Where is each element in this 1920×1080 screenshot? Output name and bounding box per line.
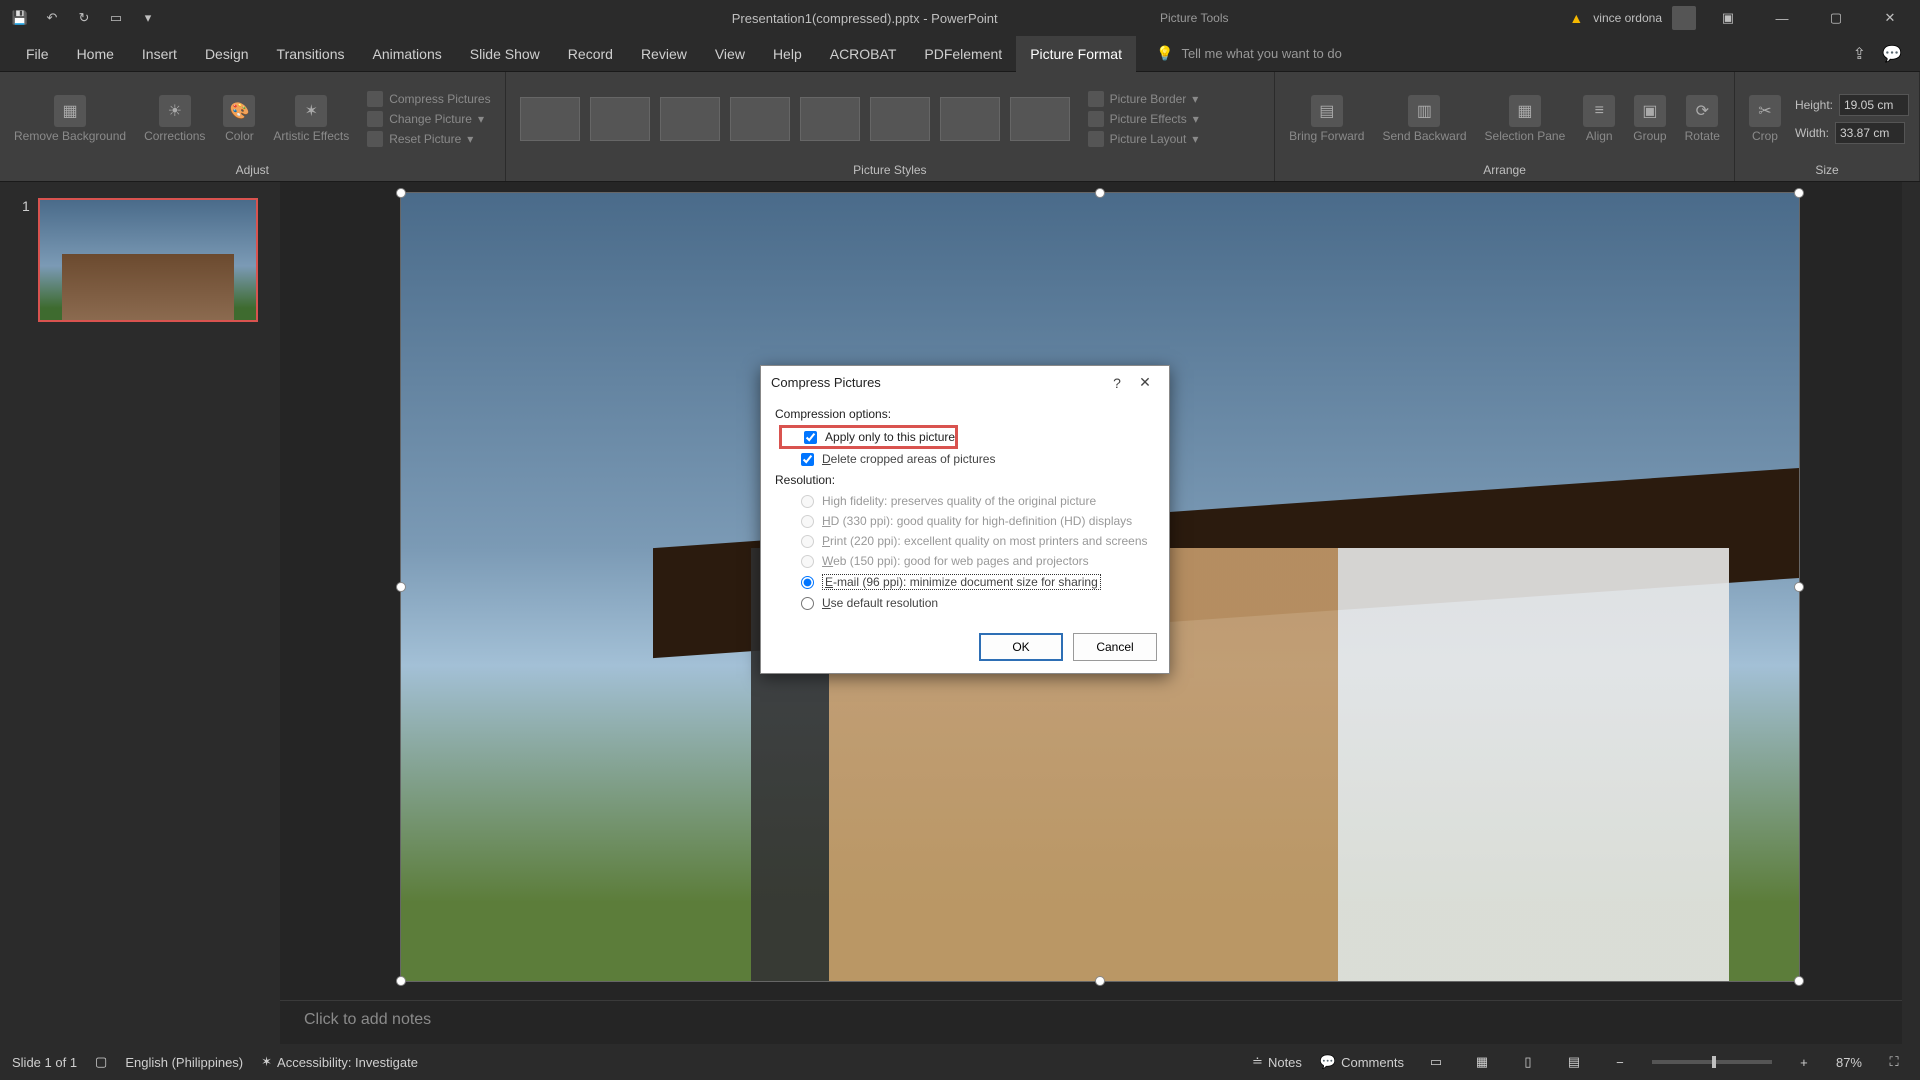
res-print-label: Print (220 ppi): excellent quality on mo…: [822, 534, 1148, 548]
cancel-button[interactable]: Cancel: [1073, 633, 1157, 661]
res-default-label: Use default resolution: [822, 596, 938, 610]
res-hd-radio: [801, 515, 814, 528]
dialog-backdrop: Compress Pictures ? ✕ Compression option…: [0, 0, 1920, 1080]
dialog-help-icon[interactable]: ?: [1103, 375, 1131, 391]
res-email-label: E-mail (96 ppi): minimize document size …: [822, 574, 1101, 590]
ok-button[interactable]: OK: [979, 633, 1063, 661]
apply-only-checkbox[interactable]: [804, 431, 817, 444]
apply-only-label: Apply only to this picture: [825, 430, 955, 444]
res-default-row[interactable]: Use default resolution: [775, 593, 1155, 613]
dialog-close-icon[interactable]: ✕: [1131, 374, 1159, 391]
res-default-radio[interactable]: [801, 597, 814, 610]
res-print-radio: [801, 535, 814, 548]
resolution-label: Resolution:: [775, 473, 1155, 487]
delete-cropped-checkbox[interactable]: [801, 453, 814, 466]
compression-options-label: Compression options:: [775, 407, 1155, 421]
dialog-title: Compress Pictures: [771, 375, 1103, 390]
dialog-titlebar[interactable]: Compress Pictures ? ✕: [761, 366, 1169, 399]
res-hd-label: HD (330 ppi): good quality for high-defi…: [822, 514, 1132, 528]
res-hd-row: HD (330 ppi): good quality for high-defi…: [775, 511, 1155, 531]
res-email-row[interactable]: E-mail (96 ppi): minimize document size …: [775, 571, 1155, 593]
delete-cropped-label: Delete cropped areas of pictures: [822, 452, 995, 466]
res-high-radio: [801, 495, 814, 508]
compress-pictures-dialog: Compress Pictures ? ✕ Compression option…: [760, 365, 1170, 674]
res-high-label: High fidelity: preserves quality of the …: [822, 494, 1096, 508]
res-high-fidelity-row: High fidelity: preserves quality of the …: [775, 491, 1155, 511]
res-web-radio: [801, 555, 814, 568]
apply-only-highlight: Apply only to this picture: [779, 425, 958, 449]
res-web-row: Web (150 ppi): good for web pages and pr…: [775, 551, 1155, 571]
res-web-label: Web (150 ppi): good for web pages and pr…: [822, 554, 1089, 568]
res-print-row: Print (220 ppi): excellent quality on mo…: [775, 531, 1155, 551]
res-email-radio[interactable]: [801, 576, 814, 589]
